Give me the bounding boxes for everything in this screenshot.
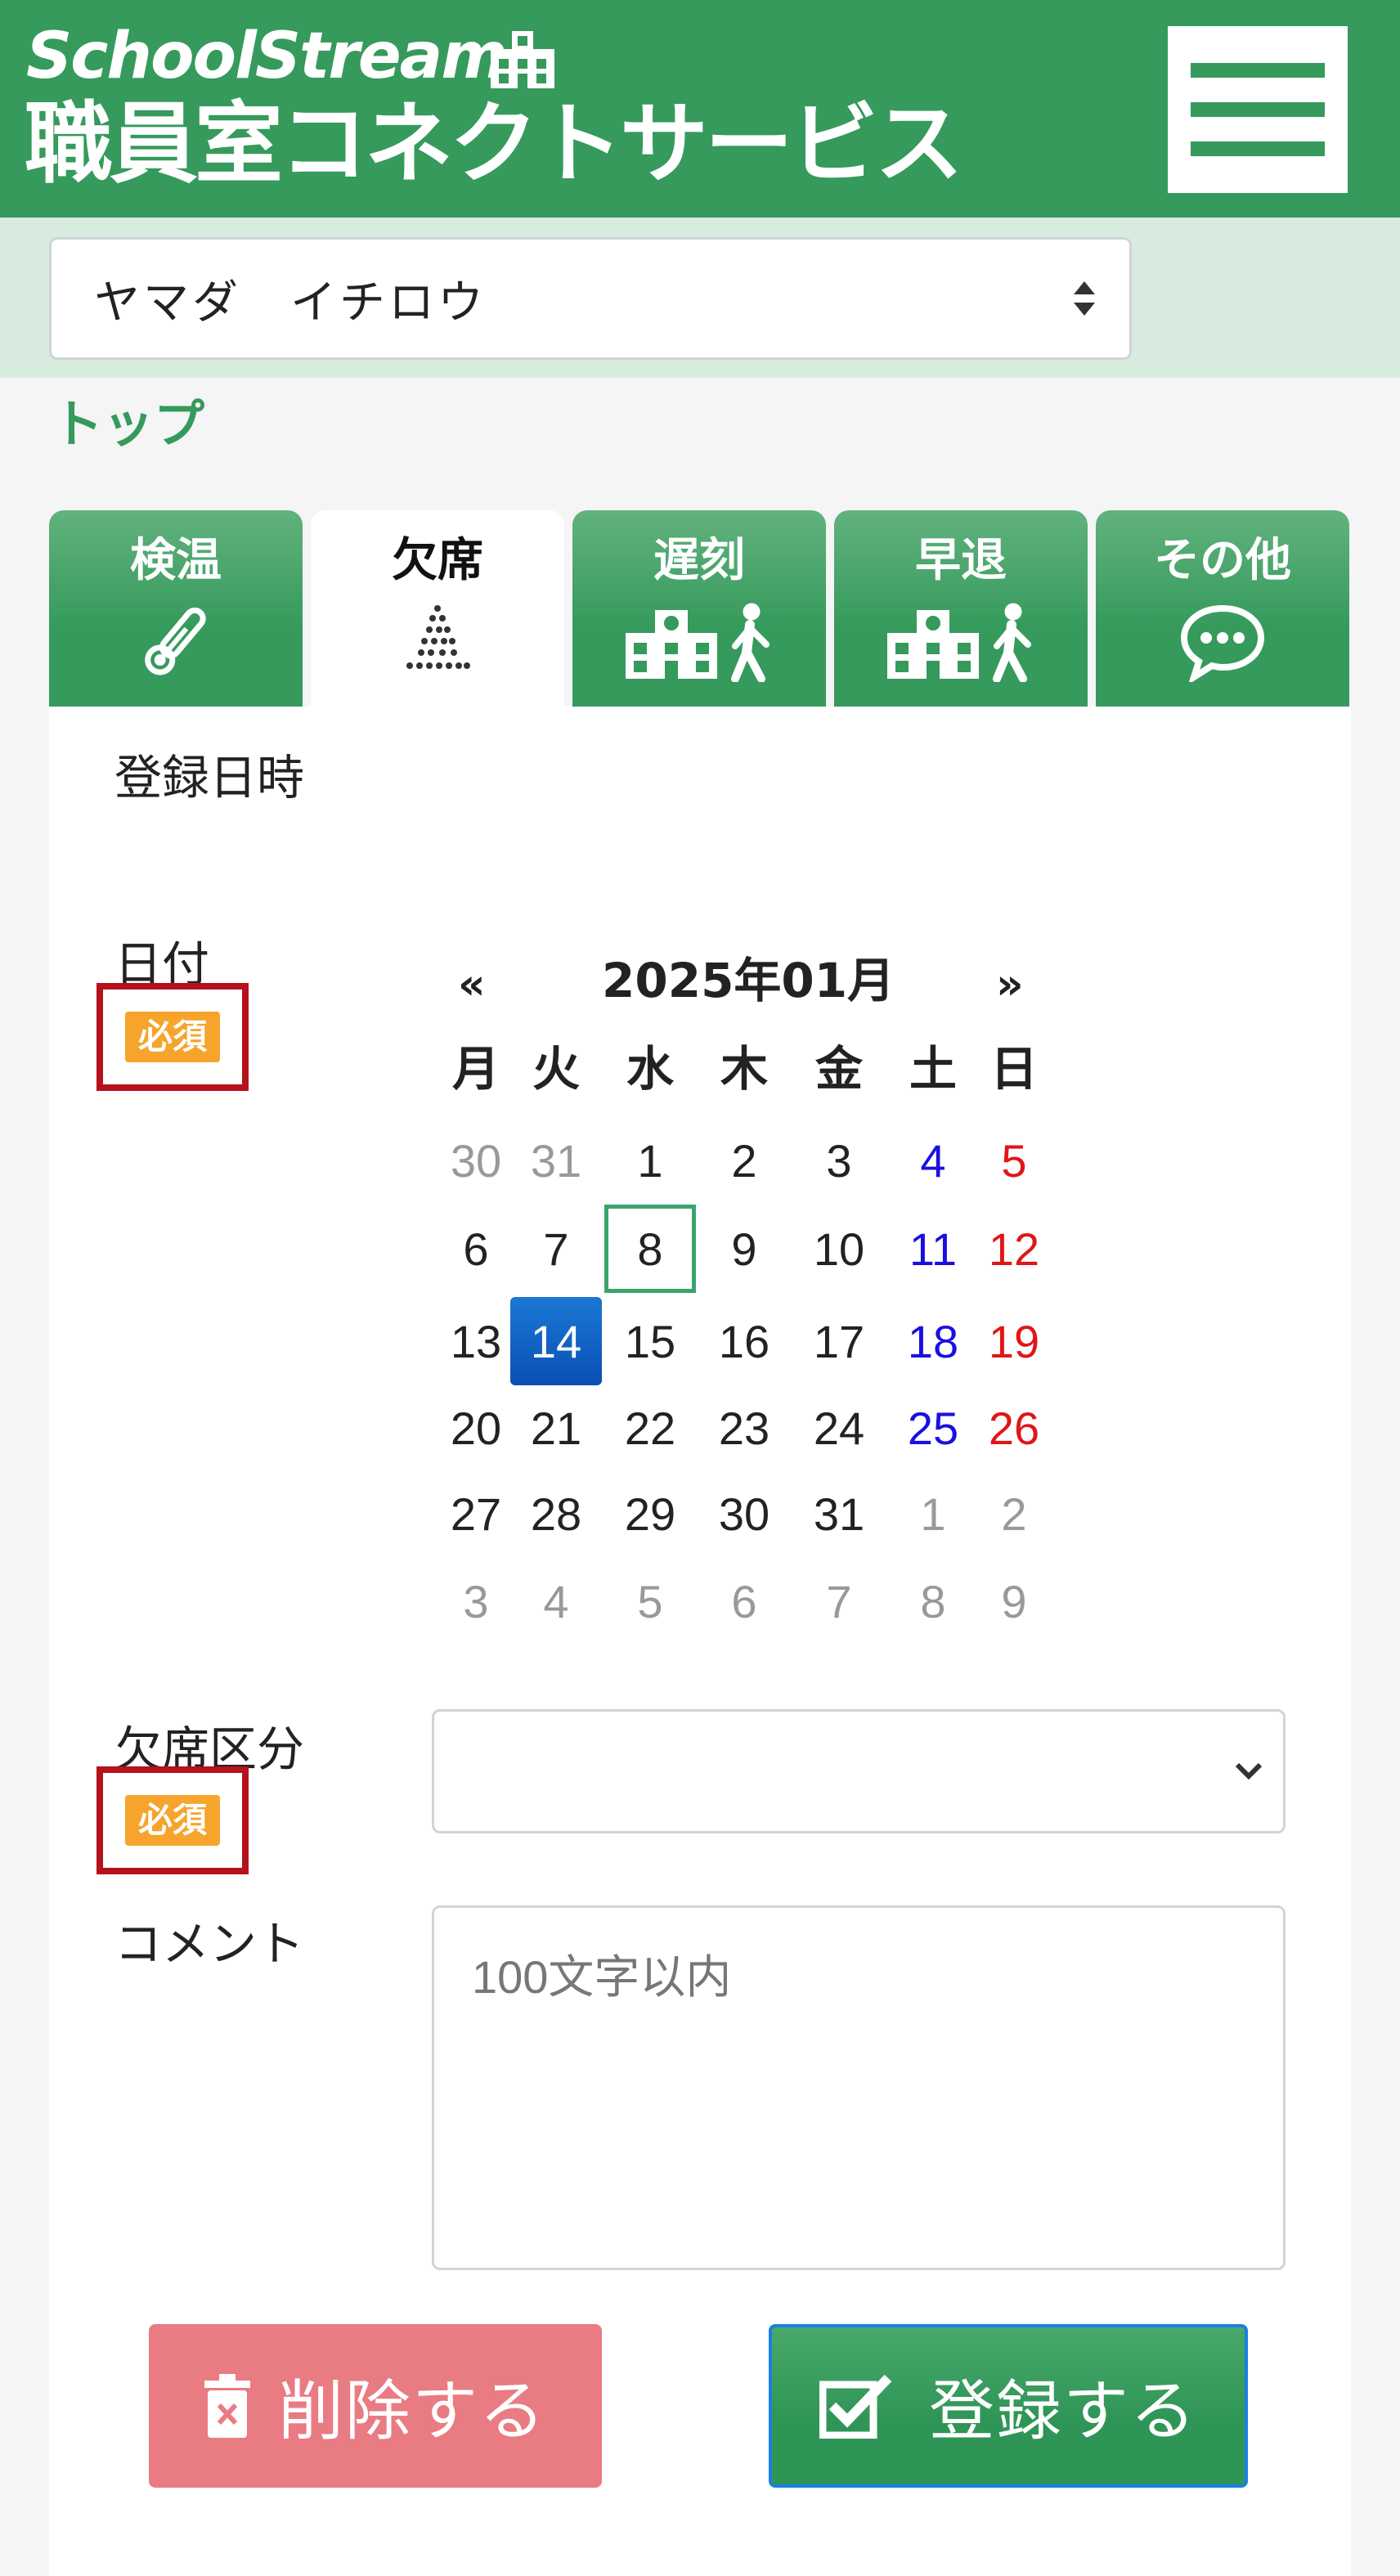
thermometer-icon (145, 607, 206, 675)
calendar-day[interactable]: 5 (968, 1116, 1060, 1205)
comment-textarea[interactable] (432, 1905, 1286, 2270)
calendar-day[interactable]: 5 (604, 1557, 696, 1645)
calendar-weekday: 水 (626, 1041, 674, 1097)
calendar-weekday: 土 (909, 1041, 957, 1097)
speech-bubble-icon (1180, 604, 1265, 682)
tab-absence[interactable]: 欠席 (311, 510, 564, 707)
delete-button-label: 削除する (278, 2375, 546, 2448)
calendar-day[interactable]: 24 (793, 1384, 885, 1472)
calendar-month-title: 2025年01月 (602, 953, 895, 1008)
date-label: 日付 (114, 936, 210, 992)
calendar-day[interactable]: 6 (698, 1557, 790, 1645)
tab-late[interactable]: 遅刻 (572, 510, 826, 707)
calendar-day[interactable]: 26 (968, 1384, 1060, 1472)
comment-label: コメント (114, 1916, 305, 1972)
calendar-day[interactable]: 31 (510, 1116, 602, 1205)
absence-type-select[interactable] (432, 1709, 1286, 1833)
calendar-day[interactable]: 12 (968, 1205, 1060, 1293)
calendar-day[interactable]: 3 (793, 1116, 885, 1205)
breadcrumb-top-link[interactable]: トップ (52, 383, 204, 456)
tab-label: 欠席 (392, 534, 483, 587)
register-button-label: 登録する (929, 2375, 1197, 2448)
delete-button[interactable]: 削除する (149, 2324, 602, 2488)
calendar-day[interactable]: 8 (887, 1557, 979, 1645)
app-header: SchoolStream 職員室コネクトサービス (0, 0, 1400, 218)
tab-label: その他 (1154, 534, 1291, 587)
calendar-day[interactable]: 6 (430, 1205, 522, 1293)
calendar-day[interactable]: 23 (698, 1384, 790, 1472)
tab-label: 遅刻 (653, 534, 745, 587)
calendar-day[interactable]: 16 (698, 1297, 790, 1385)
calendar-day[interactable]: 25 (887, 1384, 979, 1472)
logo-service-name: 職員室コネクトサービス (25, 93, 963, 195)
required-badge: 必須 (124, 1794, 220, 1847)
category-tabs: 検温 欠席 遅刻 早退 その他 (49, 510, 1351, 707)
calendar-day[interactable]: 1 (887, 1470, 979, 1558)
calendar-day[interactable]: 22 (604, 1384, 696, 1472)
calendar-weekday: 月 (451, 1041, 500, 1097)
required-badge: 必須 (124, 1011, 220, 1063)
updown-arrows-icon (1074, 281, 1095, 316)
calendar-day[interactable]: 1 (604, 1116, 696, 1205)
absence-form-panel: 登録日時 日付 必須 « 2025年01月 » 月火水木金土日 30 31 1 2 3 4… (49, 707, 1351, 2576)
logo-school-stream: SchoolStream (26, 20, 508, 93)
calendar-day[interactable]: 17 (793, 1297, 885, 1385)
calendar-day[interactable]: 4 (887, 1116, 979, 1205)
calendar-day[interactable]: 2 (698, 1116, 790, 1205)
calendar-day[interactable]: 11 (887, 1205, 979, 1293)
calendar-weekday: 日 (989, 1041, 1038, 1097)
calendar-day[interactable]: 28 (510, 1470, 602, 1558)
tab-label: 早退 (915, 534, 1007, 587)
calendar-day[interactable]: 9 (698, 1205, 790, 1293)
calendar-day[interactable]: 29 (604, 1470, 696, 1558)
school-walker-icon (626, 603, 770, 682)
calendar-day[interactable]: 10 (793, 1205, 885, 1293)
calendar-weekday: 火 (532, 1041, 580, 1097)
calendar-day[interactable]: 30 (698, 1470, 790, 1558)
user-select-value: ヤマダ イチロウ (94, 276, 487, 330)
tab-other[interactable]: その他 (1096, 510, 1349, 707)
absence-required-highlight: 必須 (96, 1766, 249, 1874)
chevron-down-icon (1235, 1762, 1263, 1780)
calendar-day[interactable]: 8 (604, 1205, 696, 1293)
register-button[interactable]: 登録する (769, 2324, 1248, 2488)
calendar-weekday: 木 (720, 1041, 768, 1097)
calendar-day[interactable]: 21 (510, 1384, 602, 1472)
calendar-day[interactable]: 18 (887, 1297, 979, 1385)
school-walker-icon (887, 603, 1031, 682)
hamburger-icon (1191, 63, 1325, 78)
calendar-weekday: 金 (814, 1041, 863, 1097)
calendar-day[interactable]: 30 (430, 1116, 522, 1205)
calendar-day[interactable]: 19 (968, 1297, 1060, 1385)
tab-early-leave[interactable]: 早退 (834, 510, 1088, 707)
calendar-day[interactable]: 20 (430, 1384, 522, 1472)
user-select-strip: ヤマダ イチロウ (0, 218, 1400, 378)
calendar-prev-button[interactable]: « (458, 963, 486, 1006)
calendar-day[interactable]: 4 (510, 1557, 602, 1645)
user-select[interactable]: ヤマダ イチロウ (49, 237, 1132, 360)
trash-icon (204, 2374, 250, 2438)
calendar-day[interactable]: 7 (793, 1557, 885, 1645)
checkbox-icon (819, 2374, 892, 2439)
date-required-highlight: 必須 (96, 983, 249, 1091)
calendar-day[interactable]: 3 (430, 1557, 522, 1645)
calendar-day[interactable]: 31 (793, 1470, 885, 1558)
calendar-next-button[interactable]: » (996, 963, 1024, 1006)
calendar-day[interactable]: 13 (430, 1297, 522, 1385)
hamburger-icon-bar (1191, 102, 1325, 117)
calendar-day[interactable]: 14 (510, 1297, 602, 1385)
calendar-day[interactable]: 7 (510, 1205, 602, 1293)
calendar-day[interactable]: 2 (968, 1470, 1060, 1558)
calendar-day[interactable]: 15 (604, 1297, 696, 1385)
tab-temperature[interactable]: 検温 (49, 510, 303, 707)
tab-label: 検温 (130, 534, 222, 587)
dots-pattern-icon (406, 605, 470, 669)
hamburger-menu-button[interactable] (1168, 26, 1348, 193)
calendar-day[interactable]: 27 (430, 1470, 522, 1558)
hamburger-icon-bar (1191, 141, 1325, 156)
calendar-day[interactable]: 9 (968, 1557, 1060, 1645)
school-building-icon (491, 31, 554, 88)
registered-datetime-label: 登録日時 (114, 750, 305, 806)
